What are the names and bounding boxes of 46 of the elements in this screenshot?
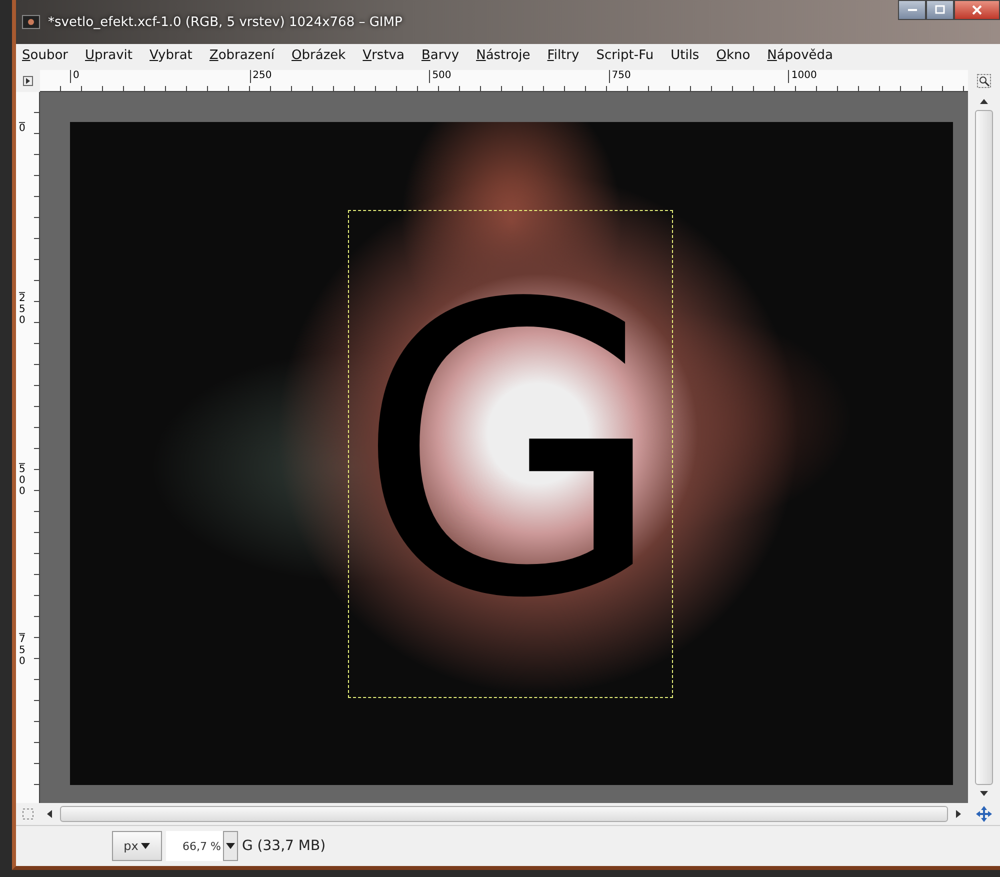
four-arrows-icon xyxy=(976,806,992,822)
play-icon xyxy=(23,76,33,86)
ruler-label: 250 xyxy=(250,70,430,83)
image-icon xyxy=(22,15,40,29)
image-letter: G xyxy=(356,294,666,614)
menu-item[interactable]: Vrstva xyxy=(362,48,404,66)
down-arrow-icon xyxy=(980,791,988,797)
menu-item[interactable]: Soubor xyxy=(22,48,68,66)
caret-icon xyxy=(141,843,150,849)
scrollbar-thumb[interactable] xyxy=(60,806,948,822)
menu-item[interactable]: Barvy xyxy=(421,48,460,66)
window-title: *svetlo_efekt.xcf-1.0 (RGB, 5 vrstev) 1024x768 – GIMP xyxy=(48,14,402,30)
maximize-icon xyxy=(935,5,945,15)
menu-item[interactable]: Nástroje xyxy=(476,48,530,66)
ruler-label: 500 xyxy=(19,462,26,633)
close-icon xyxy=(971,4,983,16)
maximize-button[interactable] xyxy=(926,0,954,20)
dashed-square-icon xyxy=(22,808,34,820)
minimize-icon xyxy=(908,9,916,11)
up-arrow-icon xyxy=(980,98,988,104)
ruler-label: 500 xyxy=(429,70,609,83)
caret-icon xyxy=(226,843,235,849)
ruler-label: 0 xyxy=(19,122,26,292)
menu-item[interactable]: Upravit xyxy=(85,48,132,66)
zoom-field[interactable]: 66,7 % xyxy=(166,831,223,861)
menu-item[interactable]: Zobrazení xyxy=(209,48,275,66)
magnifier-icon xyxy=(977,74,991,88)
ruler-label: 0 xyxy=(70,70,250,83)
right-arrow-icon xyxy=(956,810,962,818)
menu-item[interactable]: Okno xyxy=(716,48,750,66)
zoom-dropdown-button[interactable] xyxy=(223,831,238,861)
menu-item[interactable]: Filtry xyxy=(547,48,580,66)
ruler-label: 750 xyxy=(608,70,788,83)
scrollbar-thumb[interactable] xyxy=(975,110,993,785)
ruler-label: 250 xyxy=(19,292,26,462)
menu-item[interactable]: Nápověda xyxy=(767,48,833,66)
unit-dropdown[interactable]: px xyxy=(112,831,162,861)
minimize-button[interactable] xyxy=(898,0,926,20)
status-text: G (33,7 MB) xyxy=(242,838,326,854)
close-button[interactable] xyxy=(954,0,1000,20)
left-arrow-icon xyxy=(46,810,52,818)
menu-item[interactable]: Script-Fu xyxy=(596,48,654,66)
menu-item[interactable]: Utils xyxy=(670,48,700,66)
menu-item[interactable]: Obrázek xyxy=(292,48,346,66)
selection-rectangle[interactable]: G xyxy=(348,210,673,698)
menu-item[interactable]: Vybrat xyxy=(150,48,192,66)
